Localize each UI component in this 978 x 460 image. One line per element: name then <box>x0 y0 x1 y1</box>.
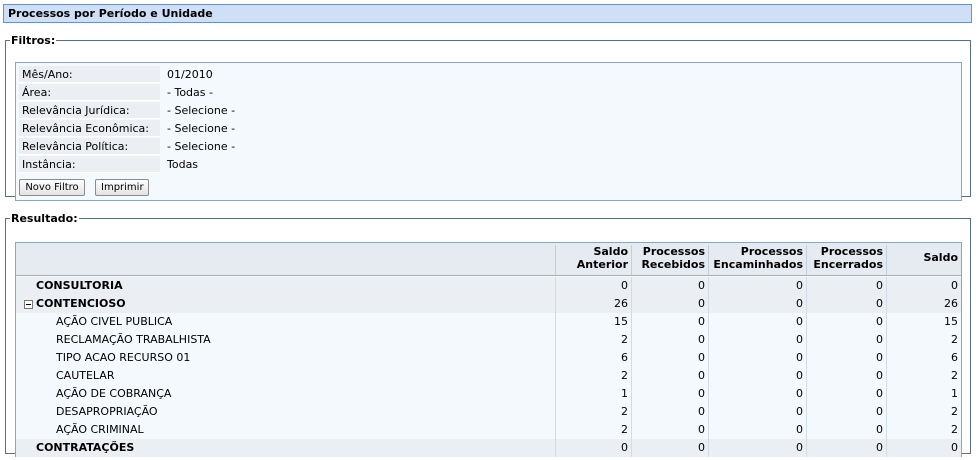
table-row: AÇÃO CIVEL PUBLICA 15 0 0 0 15 <box>16 313 961 331</box>
cell-value: 0 <box>708 349 806 367</box>
filter-value: - Selecione - <box>167 104 236 117</box>
cell-value: 1 <box>886 385 961 403</box>
item-name: AÇÃO CRIMINAL <box>56 423 144 436</box>
filter-label: Mês/Ano: <box>19 66 160 83</box>
item-name: CAUTELAR <box>56 369 115 382</box>
cell-value: 0 <box>631 439 708 457</box>
cell-value: 2 <box>555 367 631 385</box>
cell-value: 0 <box>708 295 806 313</box>
cell-value: 6 <box>886 349 961 367</box>
col-processos-encaminhados[interactable]: Processos Encaminhados <box>708 245 806 275</box>
col-processos-recebidos[interactable]: Processos Recebidos <box>631 245 708 275</box>
print-button[interactable]: Imprimir <box>95 179 149 196</box>
table-row: CONTENCIOSO 26 0 0 0 26 <box>16 295 961 313</box>
cell-value: 2 <box>886 421 961 439</box>
table-row: RECLAMAÇÃO TRABALHISTA 2 0 0 0 2 <box>16 331 961 349</box>
cell-value: 0 <box>806 349 886 367</box>
col-saldo[interactable]: Saldo <box>886 245 961 275</box>
cell-value: 0 <box>708 385 806 403</box>
cell-value: 0 <box>806 277 886 295</box>
cell-value: 0 <box>708 403 806 421</box>
cell-value: 0 <box>708 331 806 349</box>
filter-label: Área: <box>19 84 160 101</box>
filter-label: Relevância Política: <box>19 138 160 155</box>
cell-value: 0 <box>708 313 806 331</box>
filter-value: 01/2010 <box>167 68 213 81</box>
table-row: CONTRATAÇÕES 0 0 0 0 0 <box>16 439 961 457</box>
cell-value: 0 <box>806 439 886 457</box>
item-name: AÇÃO CIVEL PUBLICA <box>56 315 173 328</box>
cell-value: 0 <box>806 295 886 313</box>
cell-value: 15 <box>886 313 961 331</box>
cell-value: 0 <box>708 439 806 457</box>
item-name: TIPO ACAO RECURSO 01 <box>56 351 191 364</box>
item-name: AÇÃO DE COBRANÇA <box>56 387 172 400</box>
filters-legend: Filtros: <box>11 34 56 47</box>
table-row: TIPO ACAO RECURSO 01 6 0 0 0 6 <box>16 349 961 367</box>
col-processos-encerrados[interactable]: Processos Encerrados <box>806 245 886 275</box>
table-row: CAUTELAR 2 0 0 0 2 <box>16 367 961 385</box>
cell-value: 0 <box>886 277 961 295</box>
cell-value: 0 <box>555 439 631 457</box>
cell-value: 6 <box>555 349 631 367</box>
table-header: Saldo Anterior Processos Recebidos Process… <box>16 243 961 276</box>
table-row: AÇÃO CRIMINAL 2 0 0 0 2 <box>16 421 961 439</box>
filter-label: Instância: <box>19 156 160 173</box>
cell-value: 0 <box>806 403 886 421</box>
cell-value: 26 <box>886 295 961 313</box>
cell-value: 0 <box>886 439 961 457</box>
cell-value: 0 <box>806 367 886 385</box>
filter-value: - Todas - <box>167 86 213 99</box>
cell-value: 0 <box>631 421 708 439</box>
cell-value: 0 <box>631 277 708 295</box>
cell-value: 2 <box>555 421 631 439</box>
item-name: DESAPROPRIAÇÃO <box>56 405 158 418</box>
cell-value: 0 <box>631 349 708 367</box>
cell-value: 0 <box>806 313 886 331</box>
cell-value: 0 <box>631 295 708 313</box>
cell-value: 0 <box>806 331 886 349</box>
cell-value: 2 <box>555 331 631 349</box>
cell-value: 0 <box>631 385 708 403</box>
filters-panel: Mês/Ano: 01/2010 Área: - Todas - Relevân… <box>15 62 962 201</box>
cell-value: 0 <box>631 367 708 385</box>
cell-value: 0 <box>806 385 886 403</box>
group-name: CONTRATAÇÕES <box>36 441 135 454</box>
cell-value: 0 <box>555 277 631 295</box>
cell-value: 0 <box>708 277 806 295</box>
page-title: Processos por Período e Unidade <box>3 4 972 23</box>
new-filter-button[interactable]: Novo Filtro <box>19 179 85 196</box>
filter-value: - Selecione - <box>167 122 236 135</box>
result-fieldset: Resultado: Saldo Anterior Processos Recebi… <box>5 212 971 457</box>
group-name: CONTENCIOSO <box>36 297 126 310</box>
result-legend: Resultado: <box>11 212 78 225</box>
cell-value: 0 <box>806 421 886 439</box>
cell-value: 0 <box>631 331 708 349</box>
group-name: CONSULTORIA <box>36 279 123 292</box>
cell-value: 0 <box>631 403 708 421</box>
filter-value: - Selecione - <box>167 140 236 153</box>
cell-value: 0 <box>708 367 806 385</box>
cell-value: 26 <box>555 295 631 313</box>
collapse-toggle-icon[interactable] <box>24 300 33 309</box>
cell-value: 15 <box>555 313 631 331</box>
cell-value: 0 <box>708 421 806 439</box>
item-name: RECLAMAÇÃO TRABALHISTA <box>56 333 211 346</box>
table-row: CONSULTORIA 0 0 0 0 0 <box>16 277 961 295</box>
filter-label: Relevância Jurídica: <box>19 102 160 119</box>
cell-value: 2 <box>886 367 961 385</box>
table-row: AÇÃO DE COBRANÇA 1 0 0 0 1 <box>16 385 961 403</box>
cell-value: 2 <box>555 403 631 421</box>
filter-label: Relevância Econômica: <box>19 120 160 137</box>
filters-fieldset: Filtros: Mês/Ano: 01/2010 Área: - Todas … <box>5 34 971 201</box>
col-saldo-anterior[interactable]: Saldo Anterior <box>555 245 631 275</box>
cell-value: 2 <box>886 331 961 349</box>
cell-value: 1 <box>555 385 631 403</box>
result-table: Saldo Anterior Processos Recebidos Process… <box>15 242 962 457</box>
table-row: DESAPROPRIAÇÃO 2 0 0 0 2 <box>16 403 961 421</box>
filter-value: Todas <box>167 158 199 171</box>
cell-value: 0 <box>631 313 708 331</box>
cell-value: 2 <box>886 403 961 421</box>
